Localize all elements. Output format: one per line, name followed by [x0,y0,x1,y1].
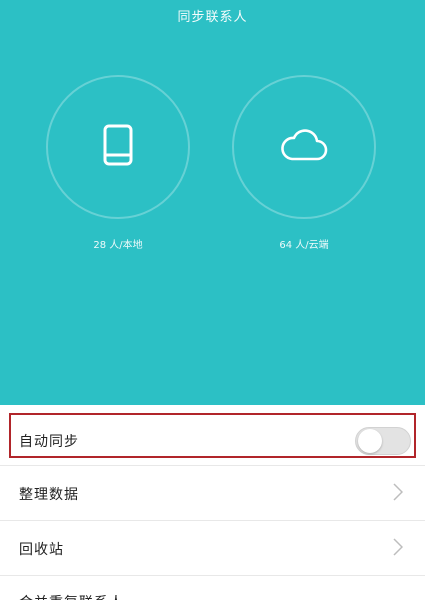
page-title: 同步联系人 [177,10,248,25]
cloud-count-label: 64 人/云端 [279,240,329,251]
chevron-right-icon [393,538,404,560]
recycle-bin-row[interactable]: 回收站 [0,521,425,577]
cloud-contacts-circle[interactable] [232,75,376,219]
local-contacts-circle[interactable] [46,75,190,219]
sync-hero: 同步联系人 28 人/本地 64 人/云端 [0,0,425,405]
merge-duplicates-label: 合并重复联系人 [19,592,124,600]
local-count-label: 28 人/本地 [93,240,143,251]
phone-icon [103,124,133,170]
organize-data-label: 整理数据 [19,487,79,503]
recycle-bin-label: 回收站 [19,542,64,558]
cloud-icon [280,128,328,166]
chevron-right-icon [393,483,404,505]
organize-data-row[interactable]: 整理数据 [0,466,425,522]
auto-sync-highlight-box [9,413,416,458]
merge-duplicates-row[interactable]: 合并重复联系人 [0,576,425,600]
